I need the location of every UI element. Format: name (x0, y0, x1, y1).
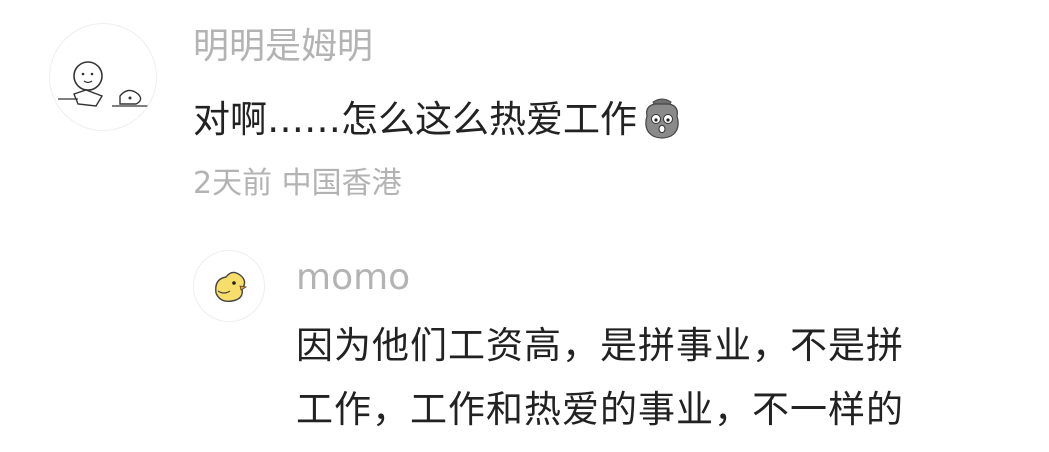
sad-sack-emoji-icon (639, 94, 685, 142)
reply-username[interactable]: momo (296, 256, 410, 300)
comment-text-content: 对啊……怎么这么热爱工作 (193, 98, 637, 141)
comment-meta: 2天前 中国香港 (193, 165, 402, 203)
reply-avatar[interactable] (193, 250, 265, 322)
cartoon-drawing-avatar-icon (58, 61, 152, 107)
comment: 明明是姆明 对啊……怎么这么热爱工作 2天前 中国香港 (0, 0, 1049, 230)
reply-text-line: 因为他们工资高，是拼事业，不是拼 (296, 324, 904, 367)
comment-username[interactable]: 明明是姆明 (193, 25, 373, 69)
reply-text-line: 工作，工作和热爱的事业，不一样的 (296, 388, 904, 431)
reply: momo 因为他们工资高，是拼事业，不是拼 工作，工作和热爱的事业，不一样的 (0, 230, 1049, 452)
comment-location: 中国香港 (281, 166, 402, 201)
comment-text: 对啊……怎么这么热爱工作 (193, 94, 685, 142)
comment-time: 2天前 (193, 166, 273, 201)
user-avatar[interactable] (49, 23, 157, 131)
yellow-chick-avatar-icon (215, 271, 248, 303)
